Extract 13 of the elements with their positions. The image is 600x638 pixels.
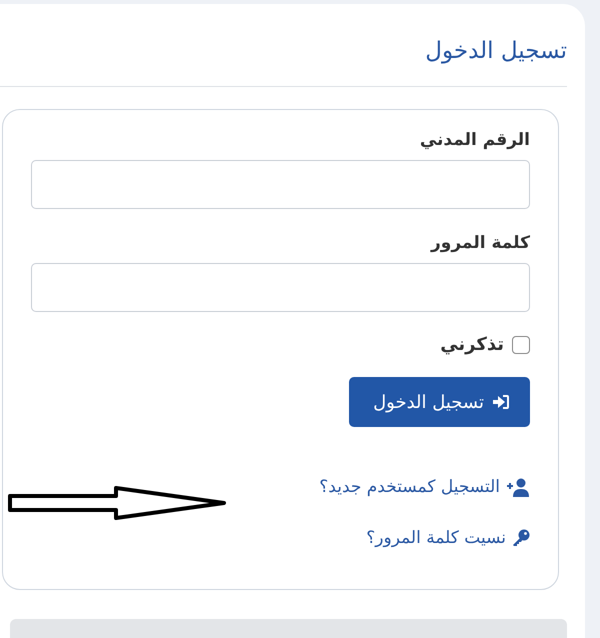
field-label: الرقم المدني	[418, 130, 530, 150]
key-icon	[512, 529, 530, 547]
input-field[interactable]	[31, 160, 530, 209]
input-field[interactable]	[31, 263, 530, 312]
page-title: تسجيل الدخول	[424, 37, 567, 66]
forgot-password-link[interactable]: نسيت كلمة المرور؟	[366, 528, 530, 548]
sign-in-icon	[492, 394, 510, 410]
field-label: كلمة المرور	[429, 233, 530, 253]
register-link[interactable]: التسجيل كمستخدم جديد؟	[319, 477, 530, 497]
remember-label: تذكرني	[440, 334, 504, 355]
user-plus-icon	[506, 478, 530, 496]
remember-checkbox[interactable]	[512, 336, 530, 354]
login-button[interactable]: تسجيل الدخول	[349, 377, 530, 427]
